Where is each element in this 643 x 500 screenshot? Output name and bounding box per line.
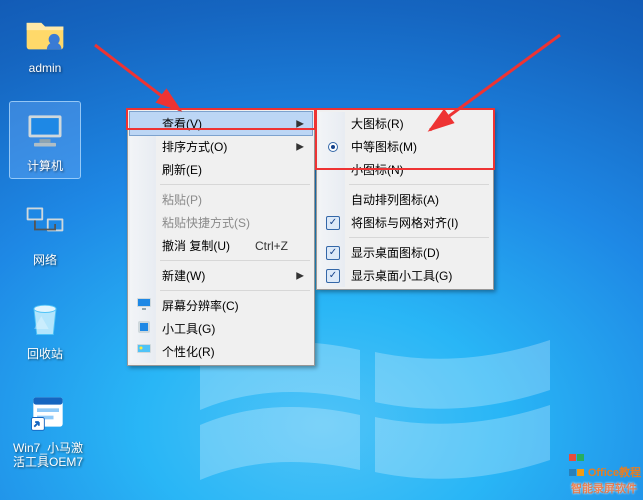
menu-item-label: 新建(W) (162, 267, 205, 284)
menu-item-label: 显示桌面图标(D) (351, 244, 440, 261)
gadgets-icon (134, 319, 154, 338)
menu-item-label: 撤消 复制(U) (162, 237, 230, 254)
menu-item-label: 中等图标(M) (351, 138, 417, 155)
menu-item-label: 屏幕分辨率(C) (162, 297, 239, 314)
menu-item-paste: 粘贴(P) (130, 188, 312, 211)
desktop-icon-label: admin (10, 60, 80, 76)
checkbox-checked-icon: ✓ (326, 246, 340, 260)
menu-item-personalize[interactable]: 个性化(R) (130, 340, 312, 363)
desktop-icon-computer[interactable]: 计算机 (10, 102, 80, 178)
menu-item-sort[interactable]: 排序方式(O) ▶ (130, 135, 312, 158)
menu-item-label: 排序方式(O) (162, 138, 227, 155)
desktop-icon-label: 网络 (10, 252, 80, 268)
desktop[interactable]: admin 计算机 网络 回收站 Win7_小马激活工具OEM7 查看(V) ▶ (0, 0, 643, 500)
menu-separator (160, 260, 310, 261)
menu-item-gadgets[interactable]: 小工具(G) (130, 317, 312, 340)
checkbox-checked-icon: ✓ (326, 269, 340, 283)
desktop-icon-label: 计算机 (10, 158, 80, 174)
annotation-arrow-icon (90, 40, 210, 120)
desktop-context-menu: 查看(V) ▶ 排序方式(O) ▶ 刷新(E) 粘贴(P) 粘贴快捷方式(S) … (127, 109, 315, 366)
menu-item-label: 大图标(R) (351, 115, 404, 132)
submenu-item-align-grid[interactable]: ✓ 将图标与网格对齐(I) (319, 211, 491, 234)
watermark-logo-text: Office教程 (588, 467, 641, 479)
menu-separator (160, 184, 310, 185)
menu-item-resolution[interactable]: 屏幕分辨率(C) (130, 294, 312, 317)
menu-item-view[interactable]: 查看(V) ▶ (130, 112, 312, 135)
submenu-arrow-icon: ▶ (296, 270, 304, 281)
watermark-logo: Office教程 (569, 452, 641, 480)
menu-item-refresh[interactable]: 刷新(E) (130, 158, 312, 181)
menu-item-label: 个性化(R) (162, 343, 215, 360)
menu-item-label: 刷新(E) (162, 161, 202, 178)
submenu-item-show-gadgets[interactable]: ✓ 显示桌面小工具(G) (319, 264, 491, 287)
submenu-item-medium-icons[interactable]: 中等图标(M) (319, 135, 491, 158)
menu-item-label: 显示桌面小工具(G) (351, 267, 452, 284)
submenu-item-large-icons[interactable]: 大图标(R) (319, 112, 491, 135)
desktop-icon-admin[interactable]: admin (10, 8, 80, 76)
application-icon (24, 388, 72, 436)
menu-item-label: 小工具(G) (162, 320, 215, 337)
menu-item-label: 小图标(N) (351, 161, 404, 178)
monitor-icon (134, 296, 154, 315)
menu-item-shortcut: Ctrl+Z (231, 239, 288, 253)
watermark-text: 智能录屏软件 (571, 480, 637, 496)
menu-item-label: 将图标与网格对齐(I) (351, 214, 458, 231)
menu-item-label: 查看(V) (162, 115, 202, 132)
desktop-icon-network[interactable]: 网络 (10, 200, 80, 268)
submenu-item-small-icons[interactable]: 小图标(N) (319, 158, 491, 181)
menu-item-label: 粘贴(P) (162, 191, 202, 208)
menu-item-paste-shortcut: 粘贴快捷方式(S) (130, 211, 312, 234)
menu-item-label: 自动排列图标(A) (351, 191, 439, 208)
network-icon (21, 200, 69, 248)
submenu-arrow-icon: ▶ (296, 118, 304, 129)
recycle-bin-icon (21, 294, 69, 342)
submenu-arrow-icon: ▶ (296, 141, 304, 152)
submenu-item-show-icons[interactable]: ✓ 显示桌面图标(D) (319, 241, 491, 264)
menu-item-label: 粘贴快捷方式(S) (162, 214, 250, 231)
view-submenu: 大图标(R) 中等图标(M) 小图标(N) 自动排列图标(A) ✓ 将图标与网格… (316, 109, 494, 290)
menu-separator (160, 290, 310, 291)
user-folder-icon (21, 8, 69, 56)
menu-separator (349, 184, 489, 185)
checkbox-checked-icon: ✓ (326, 216, 340, 230)
computer-icon (21, 106, 69, 154)
menu-item-undo-copy[interactable]: 撤消 复制(U) Ctrl+Z (130, 234, 312, 257)
menu-item-new[interactable]: 新建(W) ▶ (130, 264, 312, 287)
radio-checked-icon (328, 142, 338, 152)
submenu-item-auto-arrange[interactable]: 自动排列图标(A) (319, 188, 491, 211)
desktop-icon-recycle-bin[interactable]: 回收站 (10, 294, 80, 362)
menu-separator (349, 237, 489, 238)
desktop-icon-label: Win7_小马激活工具OEM7 (10, 440, 86, 471)
personalize-icon (134, 342, 154, 361)
desktop-icon-label: 回收站 (10, 346, 80, 362)
desktop-icon-shortcut[interactable]: Win7_小马激活工具OEM7 (10, 388, 86, 471)
